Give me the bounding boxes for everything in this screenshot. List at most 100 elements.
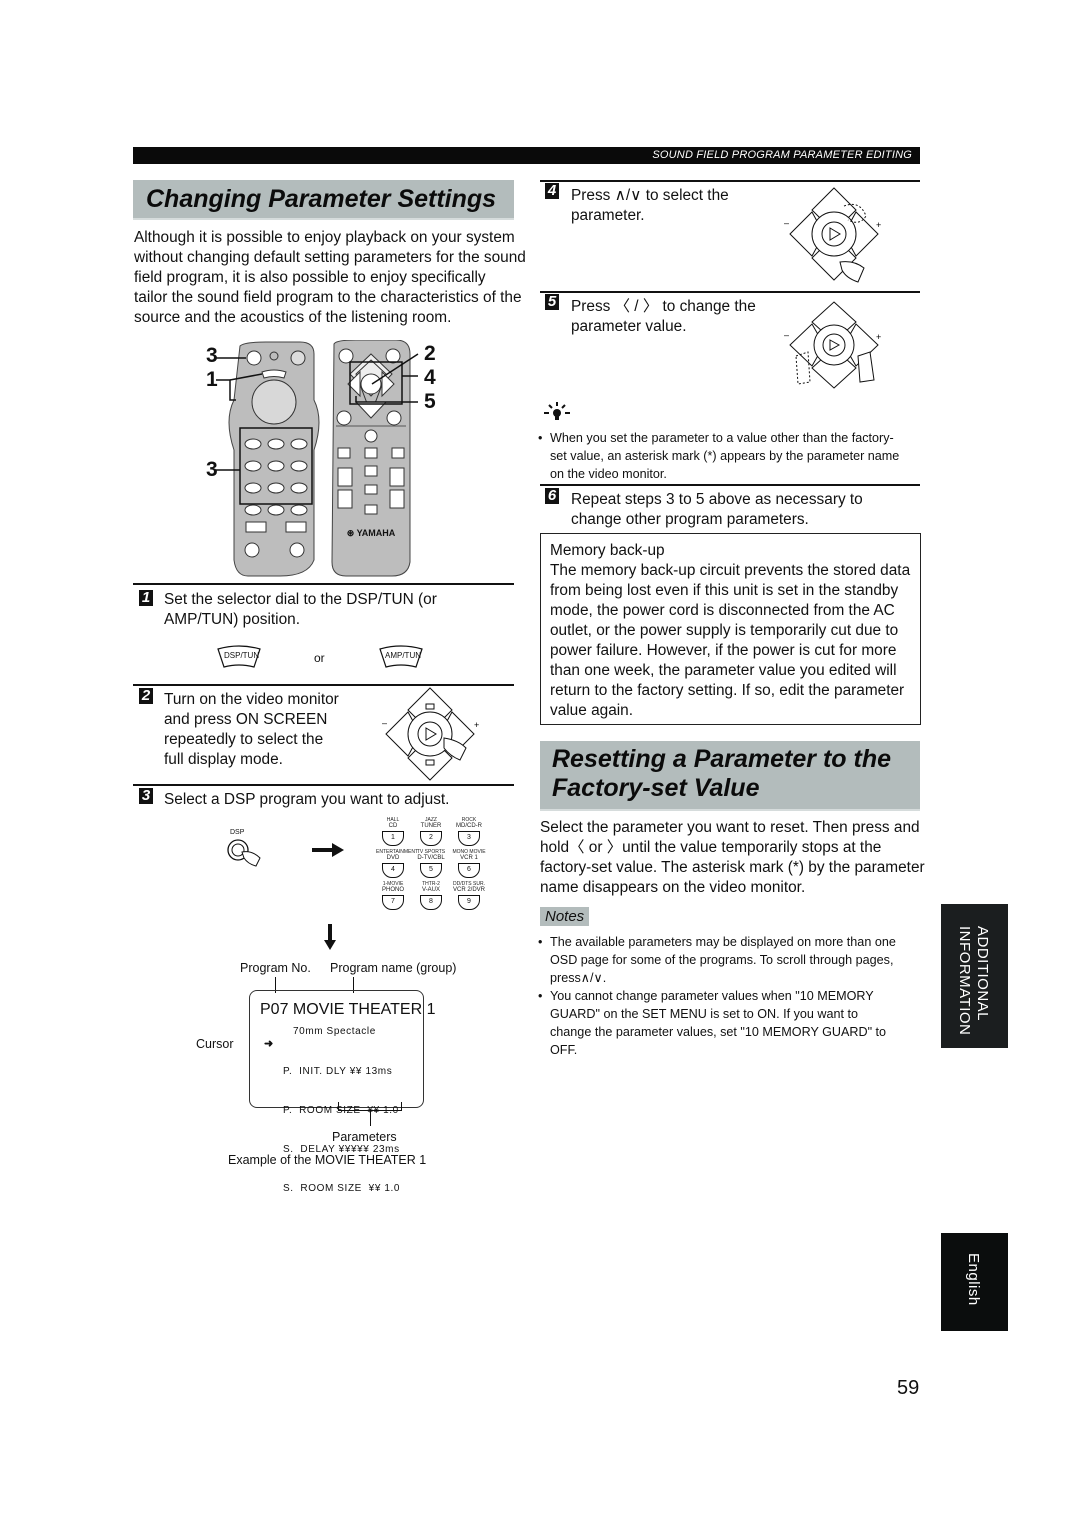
section-title-changing: Changing Parameter Settings	[133, 180, 514, 220]
memory-line: than one week, the parameter value you e…	[550, 662, 897, 679]
memory-line: outlet, or the power supply is temporari…	[550, 622, 899, 639]
step-line: and press ON SCREEN	[164, 711, 328, 728]
step-number: 1	[139, 590, 153, 606]
memory-line: from being lost even if this unit is set…	[550, 582, 899, 599]
key-button: 1	[382, 831, 404, 846]
step-number: 2	[139, 688, 153, 704]
step-line: AMP/TUN) position.	[164, 611, 300, 628]
cursor-pad-left-right-icon: – +	[784, 300, 884, 390]
page-number: 59	[897, 1377, 920, 1399]
note-line: OFF.	[550, 1043, 578, 1057]
memory-line: power failure. However, if the power is …	[550, 642, 897, 659]
number-keypad: HALL CD 1 JAZZ TUNER 2 ROCK MD/CD-R 3 ENTERTAINME…	[376, 818, 486, 914]
intro-line: tailor the sound field program to the ch…	[134, 289, 522, 306]
step-line: Repeat steps 3 to 5 above as necessary t…	[571, 491, 863, 508]
title-line: Resetting a Parameter to the	[552, 745, 891, 773]
step-line: change other program parameters.	[571, 511, 809, 528]
memory-backup-text: Memory back-up The memory back-up circui…	[550, 541, 960, 721]
cursor-pad-up-down-icon: – +	[784, 186, 884, 286]
svg-text:+: +	[876, 220, 881, 230]
tip-line: set value, an asterisk mark (*) appears …	[550, 449, 900, 463]
side-tab-label: ADDITIONAL	[974, 926, 991, 1022]
reset-line: Select the parameter you want to reset. …	[540, 819, 920, 836]
intro-line: without changing default setting paramet…	[134, 249, 526, 266]
step-number: 3	[139, 788, 153, 804]
or-label: or	[314, 651, 325, 665]
tip-text: • When you set the parameter to a value …	[538, 429, 958, 483]
memory-line: return to the factory setting. If so, ed…	[550, 682, 905, 699]
notes-label: Notes	[540, 907, 590, 926]
section-header-bar: SOUND FIELD PROGRAM PARAMETER EDITING	[133, 147, 920, 164]
right-arrow-icon	[312, 843, 344, 857]
key-input-label: PHONO	[381, 887, 404, 893]
key-button: 3	[458, 831, 480, 846]
number-key: HALL CD 1	[376, 818, 410, 846]
step-number: 4	[545, 183, 559, 199]
callout-step-4: 4	[424, 366, 436, 389]
number-key: ENTERTAINMENT DVD 4	[376, 850, 418, 878]
step-5-text: Press 〈 / 〉 to change the parameter valu…	[571, 297, 791, 337]
key-button: 2	[420, 831, 442, 846]
section-title-resetting: Resetting a Parameter to the Factory-set…	[540, 741, 920, 811]
dial-amp-tun-icon: AMP/TUN	[378, 645, 424, 669]
number-key: TV SPORTS D-TV/CBL 5	[414, 850, 448, 878]
callout-step-5: 5	[424, 390, 436, 413]
key-input-label: DVD	[386, 855, 400, 861]
callout-step-3a: 3	[206, 344, 218, 367]
key-button: 4	[382, 863, 404, 878]
intro-paragraph: Although it is possible to enjoy playbac…	[134, 228, 554, 328]
reset-paragraph: Select the parameter you want to reset. …	[540, 818, 960, 898]
osd-title: P07 MOVIE THEATER 1	[260, 1001, 436, 1018]
reset-line: hold〈 or 〉until the value temporarily st…	[540, 839, 882, 856]
number-key: DD/DTS SUR. VCR 2/DVR 9	[452, 882, 486, 910]
number-key: MONO MOVIE VCR 16	[452, 850, 486, 878]
callout-step-2: 2	[424, 342, 436, 365]
osd-parameter-line: P. INIT. DLY ¥¥ 13ms	[283, 1066, 393, 1077]
note-line: OSD page for some of the programs. To sc…	[550, 953, 894, 967]
note-item: • The available parameters may be displa…	[538, 933, 948, 987]
svg-text:–: –	[382, 718, 387, 728]
tip-line: on the video monitor.	[550, 467, 667, 481]
dsp-key-press-icon	[224, 836, 268, 870]
dial-label: DSP/TUN	[224, 651, 260, 660]
memory-backup-title: Memory back-up	[550, 542, 665, 559]
side-tab-english[interactable]: English	[941, 1233, 1008, 1331]
intro-line: field program, it is also possible to en…	[134, 269, 486, 286]
side-tab-label: INFORMATION	[956, 926, 973, 1036]
step-line: Press 〈 / 〉 to change the	[571, 298, 756, 315]
leader-line	[370, 1110, 371, 1126]
step-number: 5	[545, 294, 559, 310]
key-input-label: CD	[388, 823, 398, 829]
divider	[540, 180, 920, 182]
dial-dsp-tun-icon: DSP/TUN	[216, 645, 262, 669]
key-input-label: VCR 1	[460, 855, 478, 861]
osd-parameter-list: P. INIT. DLY ¥¥ 13ms P. ROOM SIZE ¥¥ 1.0…	[283, 1039, 400, 1208]
svg-text:–: –	[784, 330, 789, 340]
step-3-text: Select a DSP program you want to adjust.	[164, 791, 450, 808]
osd-parameter-line: S. ROOM SIZE ¥¥ 1.0	[283, 1183, 401, 1194]
osd-caption: Example of the MOVIE THEATER 1	[228, 1153, 427, 1167]
remote-drawing: ⊛ YAMAHA	[216, 339, 419, 577]
note-line: GUARD" on the SET MENU is set to ON. If …	[550, 1007, 858, 1021]
memory-line: value again.	[550, 702, 634, 719]
side-tab-additional-information[interactable]: ADDITIONAL INFORMATION	[941, 904, 1008, 1048]
step-1-text: Set the selector dial to the DSP/TUN (or…	[164, 590, 514, 630]
step-line: parameter value.	[571, 318, 687, 335]
tip-line: When you set the parameter to a value ot…	[550, 431, 894, 445]
svg-text:+: +	[876, 332, 881, 342]
step-line: full display mode.	[164, 751, 283, 768]
note-line: press∧/∨.	[550, 971, 607, 985]
key-button: 5	[420, 863, 442, 878]
note-line: You cannot change parameter values when …	[550, 989, 874, 1003]
reset-line: name disappears on the video monitor.	[540, 879, 806, 896]
key-button: 9	[458, 895, 480, 910]
key-button: 8	[420, 895, 442, 910]
number-key: THTR-2 V-AUX 8	[414, 882, 448, 910]
section-header-title: SOUND FIELD PROGRAM PARAMETER EDITING	[652, 149, 912, 161]
step-line: parameter.	[571, 207, 645, 224]
callout-step-3b: 3	[206, 458, 218, 481]
down-arrow-icon	[324, 924, 336, 950]
step-number: 6	[545, 488, 559, 504]
key-input-label: MD/CD-R	[456, 823, 482, 829]
key-input-label: V-AUX	[421, 887, 440, 893]
